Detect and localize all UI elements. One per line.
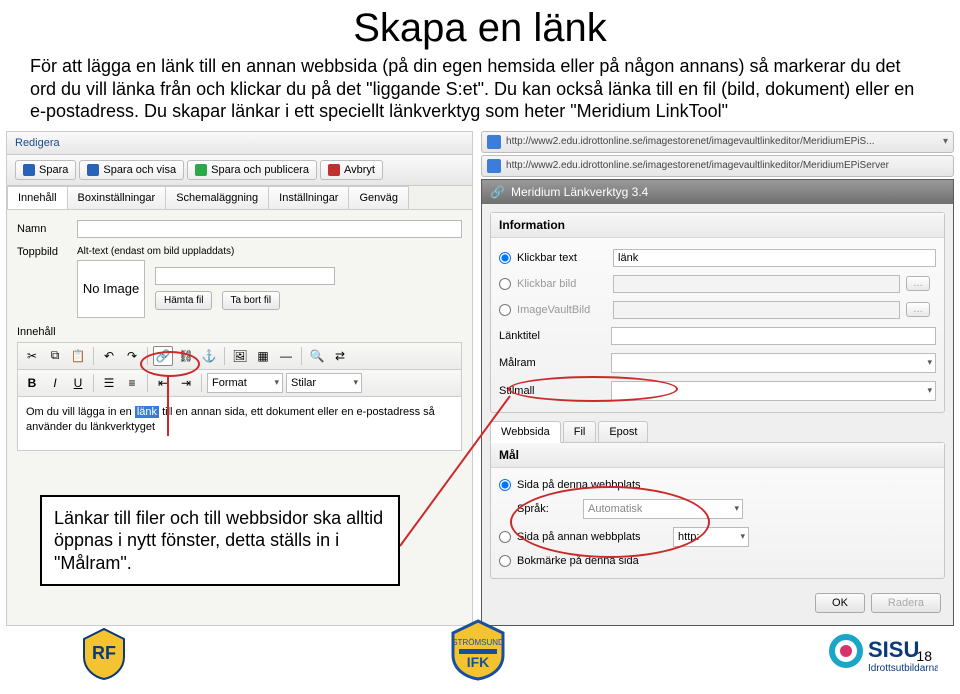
radio-sida-denna[interactable] [499,479,511,491]
innehall-label: Innehåll [17,326,462,338]
hr-icon[interactable]: — [276,346,296,366]
ok-button[interactable]: OK [815,593,865,613]
radio-klickbar-bild[interactable] [499,278,511,290]
browse-icon[interactable]: … [906,302,930,317]
cancel-icon [328,164,340,176]
tab-box[interactable]: Boxinställningar [67,186,167,209]
mal-heading: Mål [491,443,944,468]
fetch-file-button[interactable]: Hämta fil [155,291,212,310]
rte-toolbar-1: ✂ ⧉ 📋 ↶ ↷ 🔗 ⛓ ⚓ 🖼 ▦ — 🔍 ⇄ [17,342,462,370]
anchor-icon[interactable]: ⚓ [199,346,219,366]
disk-icon [23,164,35,176]
highlight-oval-malram [508,376,678,402]
cancel-button[interactable]: Avbryt [320,160,383,180]
browse-icon[interactable]: … [906,276,930,291]
editor-tabs: Innehåll Boxinställningar Schemaläggning… [7,186,472,210]
remove-file-button[interactable]: Ta bort fil [222,291,281,310]
tab-schema[interactable]: Schemaläggning [165,186,269,209]
page-icon [487,159,501,173]
publish-icon [195,164,207,176]
paste-icon[interactable]: 📋 [68,346,88,366]
page-number: 18 [916,648,932,664]
link-icon: 🔗 [490,185,505,199]
tab-innehall[interactable]: Innehåll [7,186,68,209]
rte-toolbar-2: B I U ☰ ≡ ⇤ ⇥ Format Stilar [17,370,462,397]
tab-fil[interactable]: Fil [563,421,597,443]
tab-genvag[interactable]: Genväg [348,186,409,209]
ifk-logo: STRÖMSUND IFK [449,619,507,686]
malram-label: Målram [499,357,605,369]
save-publish-button[interactable]: Spara och publicera [187,160,317,180]
intro-text: För att lägga en länk till en annan webb… [0,55,960,131]
svg-text:SISU: SISU [868,637,919,662]
image-icon[interactable]: 🖼 [230,346,250,366]
footer-logos: RF STRÖMSUND IFK SISUIdrottsutbildarna [0,613,960,694]
svg-text:RF: RF [92,643,116,663]
meridium-title: 🔗 Meridium Länkverktyg 3.4 [482,180,953,204]
highlight-oval-mal [510,486,710,558]
page-title: Skapa en länk [0,6,960,51]
highlight-oval-link-icon [140,351,200,377]
no-image-placeholder: No Image [77,260,145,318]
svg-text:Idrottsutbildarna: Idrottsutbildarna [868,663,938,674]
replace-icon[interactable]: ⇄ [330,346,350,366]
ol-icon[interactable]: ≡ [122,373,142,393]
styles-dropdown[interactable]: Stilar [286,373,362,393]
klickbar-text-input[interactable] [613,249,936,267]
malram-select[interactable] [611,353,936,373]
format-dropdown[interactable]: Format [207,373,283,393]
address-bar-1: http://www2.edu.idrottonline.se/imagesto… [481,131,954,153]
save-button[interactable]: Spara [15,160,76,180]
alt-input[interactable] [155,267,335,285]
cut-icon[interactable]: ✂ [22,346,42,366]
radio-imagevault[interactable] [499,304,511,316]
rte-body[interactable]: Om du vill lägga in en länk till en anna… [17,397,462,451]
redo-icon[interactable]: ↷ [122,346,142,366]
selected-text: länk [135,406,159,418]
info-heading: Information [491,213,944,238]
disk-icon [87,164,99,176]
lanktitel-input[interactable] [611,327,936,345]
bold-icon[interactable]: B [22,373,42,393]
namn-label: Namn [17,223,77,235]
italic-icon[interactable]: I [45,373,65,393]
tab-epost[interactable]: Epost [598,421,648,443]
save-view-button[interactable]: Spara och visa [79,160,184,180]
dropdown-icon[interactable]: ▾ [943,136,948,147]
rf-logo: RF [80,627,128,686]
namn-input[interactable] [77,220,462,238]
svg-text:STRÖMSUND: STRÖMSUND [452,638,504,647]
alt-label: Alt-text (endast om bild uppladdats) [77,246,462,257]
copy-icon[interactable]: ⧉ [45,346,65,366]
callout-box: Länkar till filer och till webbsidor ska… [40,495,400,587]
radera-button[interactable]: Radera [871,593,941,613]
address-bar-2: http://www2.edu.idrottonline.se/imagesto… [481,155,954,177]
tab-webbsida[interactable]: Webbsida [490,421,561,443]
toppbild-label: Toppbild [17,246,77,258]
table-icon[interactable]: ▦ [253,346,273,366]
undo-icon[interactable]: ↶ [99,346,119,366]
lanktitel-label: Länktitel [499,330,605,342]
ie-icon [487,135,501,149]
ul-icon[interactable]: ☰ [99,373,119,393]
radio-sida-annan[interactable] [499,531,511,543]
radio-bokmarke[interactable] [499,555,511,567]
tab-inst[interactable]: Inställningar [268,186,349,209]
underline-icon[interactable]: U [68,373,88,393]
radio-klickbar-text[interactable] [499,252,511,264]
find-icon[interactable]: 🔍 [307,346,327,366]
redigera-label: Redigera [15,137,60,149]
svg-text:IFK: IFK [467,654,490,670]
